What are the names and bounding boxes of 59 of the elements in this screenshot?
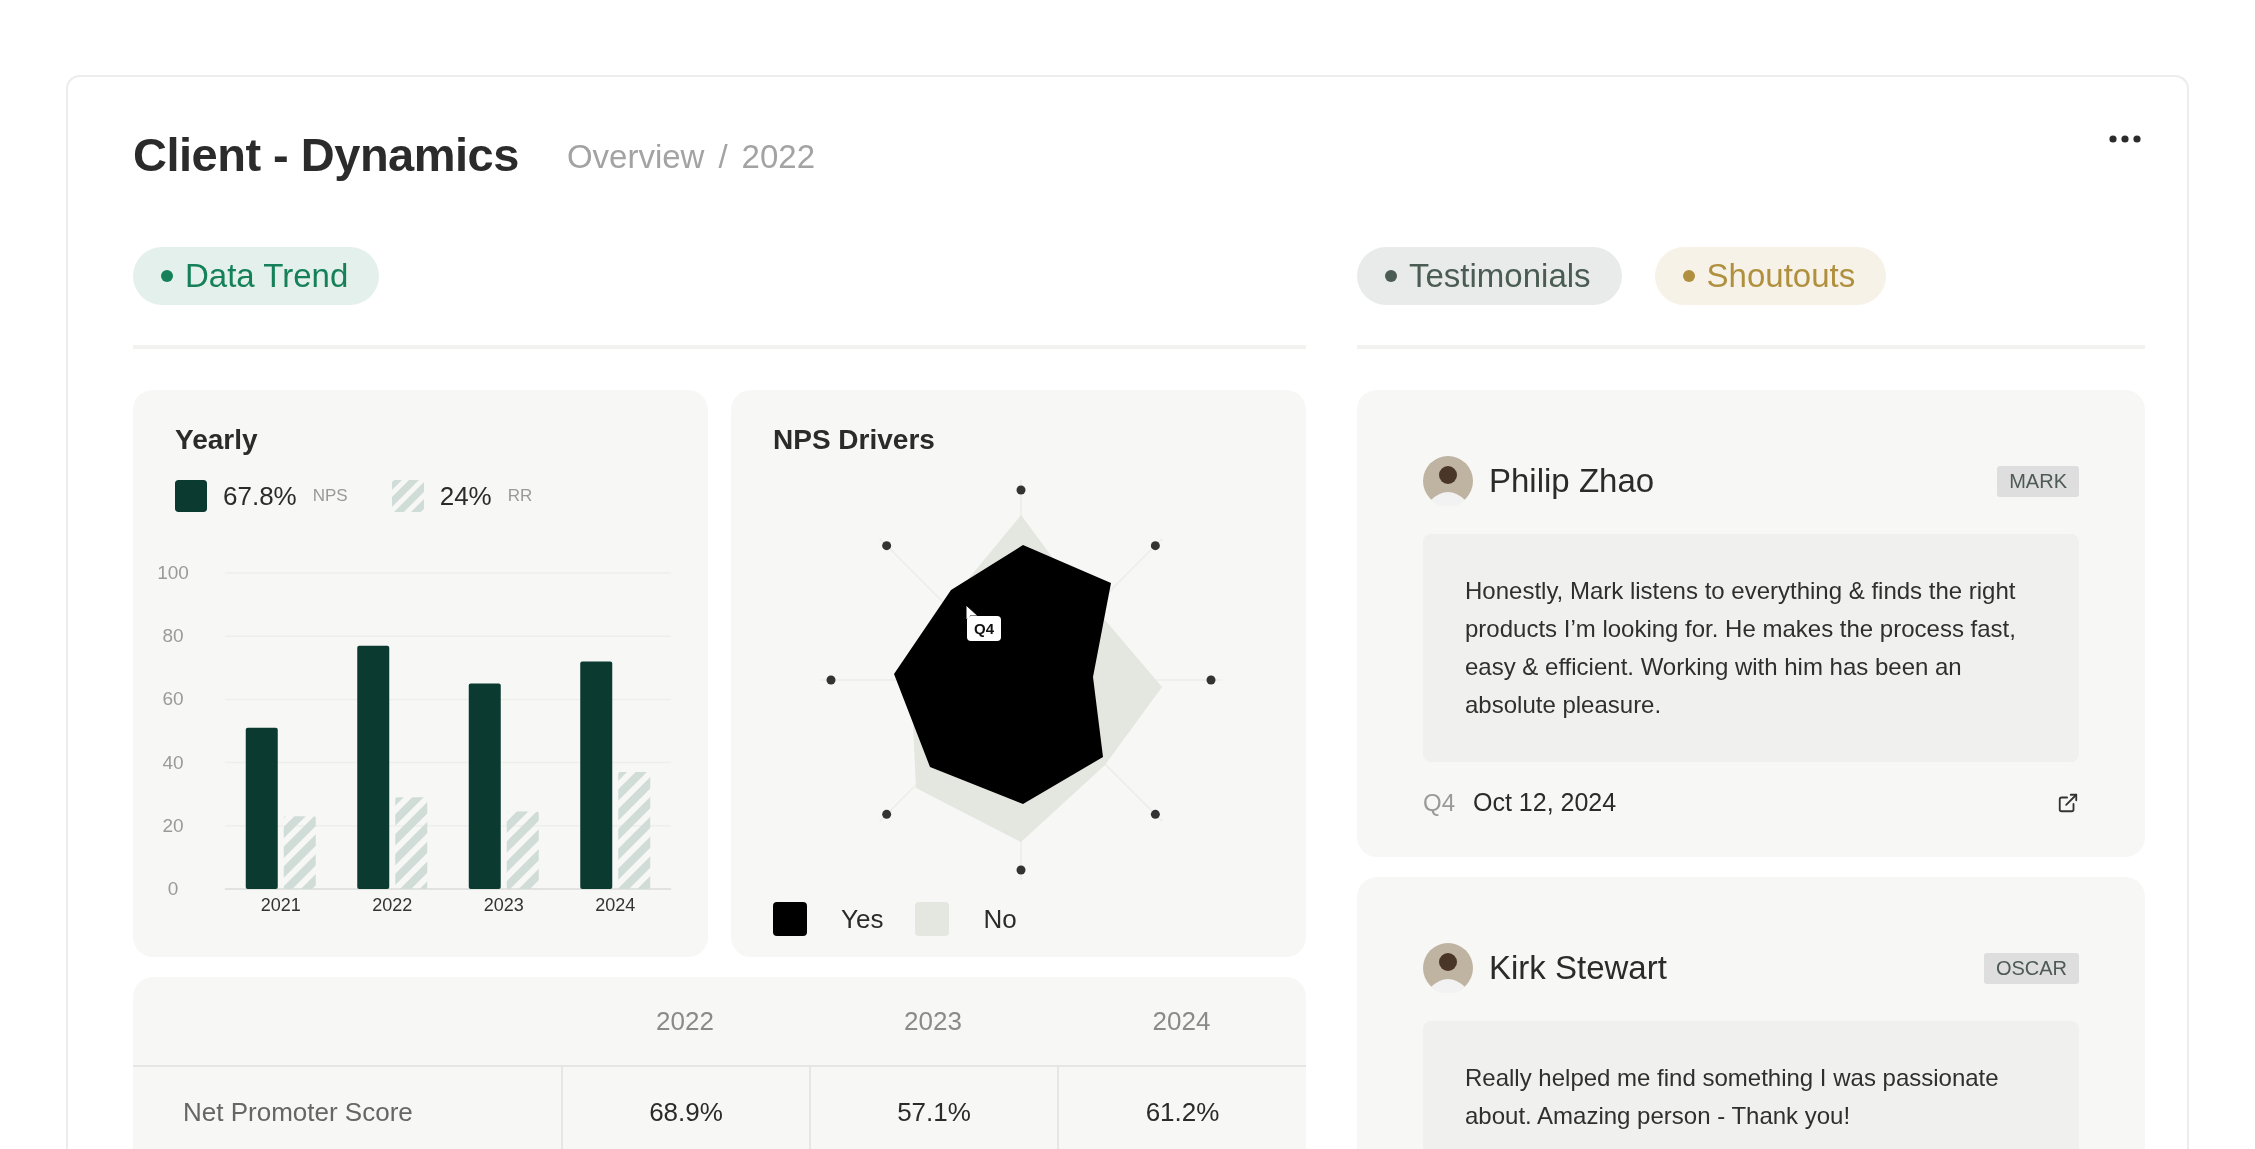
tag-pill[interactable]: Data Trend xyxy=(133,247,380,305)
person-name: Philip Zhao xyxy=(1489,462,1655,500)
axis-point xyxy=(882,541,892,551)
axis-tick-label: 0 xyxy=(167,878,179,899)
avatar-icon xyxy=(1423,943,1473,993)
axis-category-label: 2022 xyxy=(372,895,413,915)
tooltip: Q4 xyxy=(967,616,1001,641)
table-cell: 61.2% xyxy=(1057,1067,1306,1149)
table-cell: 57.1% xyxy=(809,1067,1057,1149)
tag-pill[interactable]: Shoutouts xyxy=(1654,247,1887,305)
axis-point xyxy=(1150,541,1160,551)
legend-swatch xyxy=(175,480,207,512)
axis-tick-label: 80 xyxy=(162,625,184,647)
axis-tick-label: 40 xyxy=(162,751,184,773)
external-link-icon[interactable] xyxy=(2057,791,2079,814)
avatar-icon xyxy=(1423,456,1473,506)
tag-pill[interactable]: Testimonials xyxy=(1357,247,1622,305)
legend-label: No xyxy=(983,903,1017,935)
axis-category-label: 2021 xyxy=(260,895,301,915)
axis-tick-label: 20 xyxy=(162,814,184,836)
card-title: NPS Drivers xyxy=(772,424,936,456)
table-cell: 68.9% xyxy=(561,1067,809,1149)
axis-point xyxy=(1016,485,1026,495)
breadcrumb-separator: / xyxy=(718,138,728,176)
cursor-icon xyxy=(965,604,979,622)
legend-value: 67.8% xyxy=(223,480,297,512)
legend-swatch xyxy=(391,480,424,512)
axis-point xyxy=(1150,809,1160,819)
row-label: Net Promoter Score xyxy=(182,1095,414,1129)
axis-category-label: 2023 xyxy=(483,895,524,915)
quote-text: Really helped me find something I was passionate about. Amazing person - Thank you! xyxy=(1423,1021,2079,1149)
axis-point xyxy=(882,809,892,819)
person-name: Kirk Stewart xyxy=(1489,949,1667,987)
tag-label: Data Trend xyxy=(185,257,349,295)
axis-point xyxy=(1016,865,1026,875)
axis-category-label: 2024 xyxy=(595,895,636,915)
column-header: 2024 xyxy=(1151,1004,1212,1038)
axis-tick-label: 100 xyxy=(157,562,189,583)
date-label: Oct 12, 2024 xyxy=(1473,788,1617,817)
tag-label: MARK xyxy=(1997,465,2079,497)
axis-point xyxy=(1206,675,1216,685)
tag-label: OSCAR xyxy=(1983,952,2079,984)
more-icon[interactable] xyxy=(2109,135,2141,143)
column-header: 2022 xyxy=(655,1004,715,1038)
tag-label: Testimonials xyxy=(1409,257,1591,295)
breadcrumb-item[interactable]: 2022 xyxy=(741,138,815,176)
axis-point xyxy=(826,675,836,685)
legend-value: 24% xyxy=(439,480,492,512)
page-title: Client - Dynamics xyxy=(133,126,519,182)
legend-label: NPS xyxy=(312,486,348,506)
column-header: 2023 xyxy=(903,1004,963,1038)
legend-label: Yes xyxy=(841,903,884,935)
quarter-label: Q4 xyxy=(1423,788,1455,817)
breadcrumb-item[interactable]: Overview xyxy=(566,138,705,176)
quote-text: Honestly, Mark listens to everything & finds the right products I’m looking for. He makes the process fast, easy & efficient. Working with him has been an absolute pleasure. xyxy=(1423,534,2079,762)
tag-label: Shoutouts xyxy=(1706,257,1856,295)
legend-label: RR xyxy=(507,486,533,506)
card-title: Yearly xyxy=(174,424,259,456)
axis-tick-label: 60 xyxy=(162,688,184,710)
